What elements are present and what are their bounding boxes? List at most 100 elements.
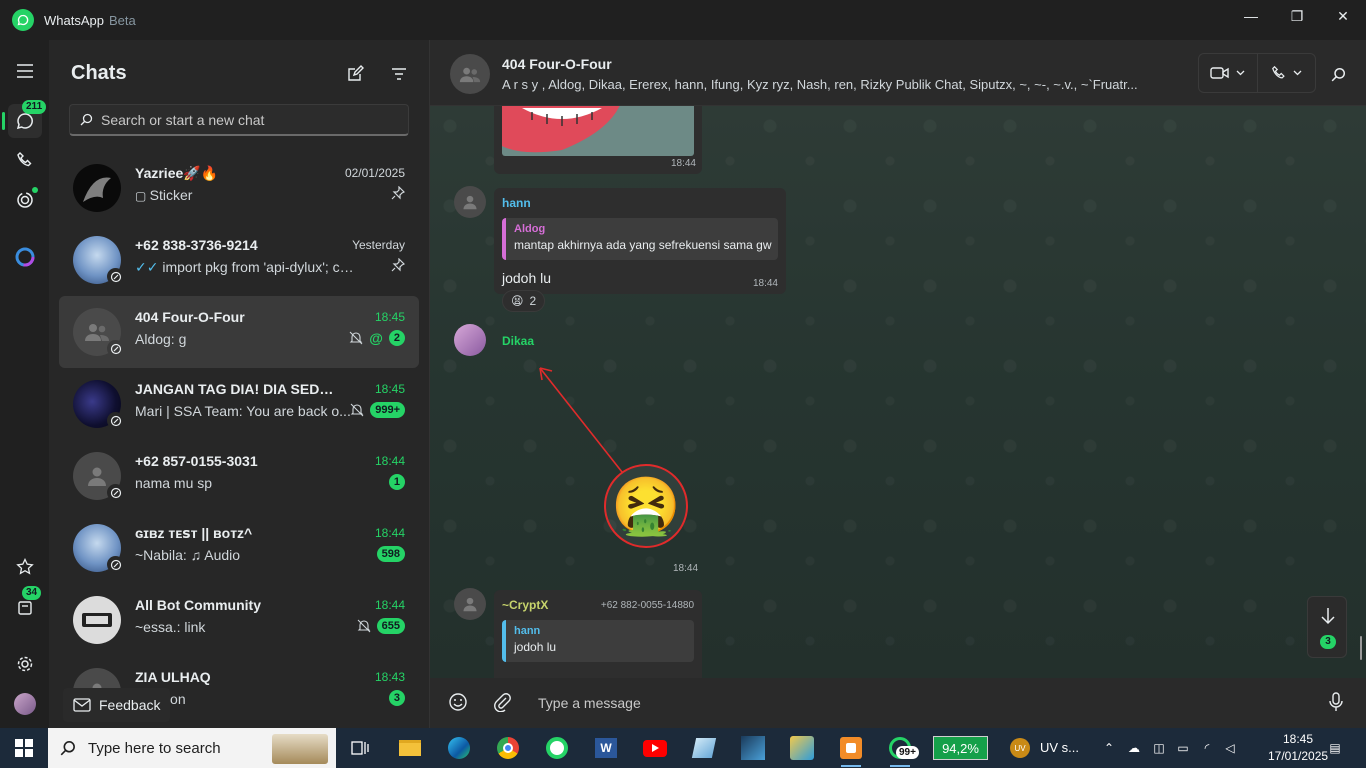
youtube-icon bbox=[643, 739, 667, 757]
message-input[interactable] bbox=[538, 692, 1238, 714]
youtube-app[interactable] bbox=[635, 732, 675, 764]
chat-list-item[interactable]: JANGAN TAG DIA! DIA SEDANG... 18:45 Mari… bbox=[59, 368, 419, 440]
chats-unread-badge: 211 bbox=[22, 100, 47, 114]
message-composer bbox=[430, 678, 1366, 728]
starred-messages-button[interactable] bbox=[8, 550, 42, 584]
chat-list-item[interactable]: +62 838-3736-9214 Yesterday ✓✓ import pk… bbox=[59, 224, 419, 296]
battery-indicator[interactable]: 94,2% bbox=[933, 736, 988, 760]
microphone-icon bbox=[1329, 692, 1343, 711]
search-input[interactable] bbox=[101, 111, 391, 128]
chat-list-item[interactable]: ɢɪʙᴢ ᴛᴇꜱᴛ || ʙᴏᴛᴢ^ 18:44 ~Nabila: ♫ Audi… bbox=[59, 512, 419, 584]
conversation-header[interactable]: 404 Four-O-Four A r s y , Aldog, Dikaa, … bbox=[430, 40, 1366, 106]
reaction-chip[interactable]: 😫 2 bbox=[502, 290, 546, 312]
chrome-app[interactable] bbox=[488, 732, 528, 764]
chat-time: 18:44 bbox=[374, 454, 405, 468]
whatsapp-taskbar-app[interactable] bbox=[537, 732, 577, 764]
wifi-icon[interactable]: ◜ bbox=[1198, 739, 1216, 757]
power-icon[interactable]: ▭ bbox=[1174, 739, 1192, 757]
tray-overflow-chevron-icon[interactable]: ⌃ bbox=[1100, 739, 1118, 757]
archived-badge: 34 bbox=[22, 586, 42, 600]
calls-nav-button[interactable] bbox=[8, 143, 42, 177]
file-explorer-app[interactable] bbox=[390, 732, 430, 764]
sender-avatar[interactable] bbox=[454, 588, 486, 620]
chat-list-item[interactable]: Yazriee🚀🔥 02/01/2025 ▢ Sticker bbox=[59, 152, 419, 224]
conversation-title: 404 Four-O-Four bbox=[502, 56, 612, 72]
uv-avatar[interactable]: UV bbox=[1010, 738, 1030, 758]
text-message[interactable]: hann Aldog mantap akhirnya ada yang sefr… bbox=[494, 188, 786, 294]
chat-time: 18:44 bbox=[374, 526, 405, 540]
pin-icon bbox=[391, 186, 405, 200]
chats-nav-button[interactable]: 211 bbox=[2, 100, 47, 138]
unread-count-badge: 1 bbox=[388, 474, 405, 490]
settings-button[interactable] bbox=[8, 647, 42, 681]
maximize-button[interactable]: ❐ bbox=[1274, 0, 1320, 32]
chat-time: 18:45 bbox=[374, 382, 405, 396]
image-message[interactable]: 18:44 bbox=[494, 106, 702, 174]
whatsapp-beta-app[interactable]: 99+ bbox=[880, 732, 920, 767]
person-icon bbox=[463, 195, 477, 210]
quoted-message[interactable]: hann jodoh lu bbox=[502, 620, 694, 662]
chat-time: 18:44 bbox=[374, 598, 405, 612]
scroll-to-bottom-button[interactable]: 3 bbox=[1307, 596, 1347, 658]
text-message[interactable]: ~CryptX +62 882-0055-14880 hann jodoh lu bbox=[494, 590, 702, 678]
voice-message-button[interactable] bbox=[1328, 692, 1350, 714]
search-in-chat-button[interactable] bbox=[1326, 62, 1350, 86]
game-icon bbox=[790, 736, 814, 760]
message-area[interactable]: 18:44 hann Aldog mantap akhirnya ada yan… bbox=[430, 106, 1366, 678]
taskbar-search[interactable]: Type here to search bbox=[48, 728, 336, 768]
message-text: jodoh lu bbox=[502, 270, 552, 286]
sticker-message[interactable]: 🤮 bbox=[604, 464, 688, 548]
sender-avatar[interactable] bbox=[454, 324, 486, 356]
sender-avatar[interactable] bbox=[454, 186, 486, 218]
attach-button[interactable] bbox=[492, 692, 514, 714]
new-chat-button[interactable] bbox=[343, 62, 367, 86]
phone-icon bbox=[17, 152, 32, 167]
navigation-rail: 211 34 bbox=[0, 40, 49, 728]
chat-list-item[interactable]: +62 857-0155-3031 18:44 nama mu sp 1 bbox=[59, 440, 419, 512]
search-icon bbox=[80, 113, 93, 126]
voice-call-button[interactable] bbox=[1256, 54, 1315, 92]
feedback-button[interactable]: Feedback bbox=[63, 688, 171, 722]
recorder-app[interactable] bbox=[831, 732, 871, 767]
chat-list-item[interactable]: All Bot Community 18:44 ~essa.: link 655 bbox=[59, 584, 419, 656]
archived-chats-button[interactable]: 34 bbox=[8, 586, 42, 624]
status-nav-button[interactable] bbox=[8, 183, 42, 217]
avatar[interactable] bbox=[450, 54, 490, 94]
minimize-button[interactable]: — bbox=[1228, 0, 1274, 32]
start-button[interactable] bbox=[0, 728, 48, 768]
chat-name: +62 857-0155-3031 bbox=[135, 453, 258, 469]
close-button[interactable]: ✕ bbox=[1320, 0, 1366, 32]
pin-icon bbox=[391, 258, 405, 272]
notifications-icon[interactable]: ▤ bbox=[1326, 739, 1344, 757]
group-members: A r s y , Aldog, Dikaa, Ererex, hann, If… bbox=[502, 77, 1138, 92]
camera-icon[interactable]: ◫ bbox=[1150, 739, 1168, 757]
volume-icon[interactable]: ◁ bbox=[1221, 739, 1239, 757]
word-app[interactable]: W bbox=[586, 732, 626, 764]
emoji-button[interactable] bbox=[448, 692, 470, 714]
profile-button[interactable] bbox=[8, 687, 42, 721]
notes-app[interactable] bbox=[684, 732, 724, 764]
chat-meta: 598 bbox=[376, 546, 405, 562]
chat-preview: ✓✓ import pkg from 'api-dylux'; const... bbox=[135, 259, 355, 276]
uv-label[interactable]: UV s... bbox=[1040, 740, 1079, 755]
menu-button[interactable] bbox=[8, 54, 42, 88]
annotation-arrow bbox=[539, 367, 623, 473]
message-time: 18:44 bbox=[752, 278, 778, 289]
onedrive-cloud-icon[interactable]: ☁ bbox=[1125, 739, 1143, 757]
video-call-button[interactable] bbox=[1199, 54, 1257, 92]
arrow-down-icon bbox=[1321, 608, 1335, 625]
message-sender: Dikaa bbox=[502, 334, 535, 348]
game-app-2[interactable] bbox=[782, 732, 822, 764]
gear-icon bbox=[17, 656, 33, 672]
game-app[interactable] bbox=[733, 732, 773, 764]
filter-chats-button[interactable] bbox=[387, 62, 411, 86]
edge-app[interactable] bbox=[439, 732, 479, 764]
windows-taskbar: Type here to search W 99+ 94,2% UV UV s.… bbox=[0, 728, 1366, 768]
taskbar-clock[interactable]: 18:45 17/01/2025 bbox=[1268, 731, 1328, 765]
task-view-button[interactable] bbox=[340, 732, 380, 764]
chat-list-item[interactable]: 404 Four-O-Four 18:45 Aldog: g @ 2 bbox=[59, 296, 419, 368]
scrollbar[interactable] bbox=[1360, 636, 1362, 660]
quoted-message[interactable]: Aldog mantap akhirnya ada yang sefrekuen… bbox=[502, 218, 778, 260]
group-icon bbox=[459, 67, 481, 82]
meta-ai-button[interactable] bbox=[8, 240, 42, 274]
